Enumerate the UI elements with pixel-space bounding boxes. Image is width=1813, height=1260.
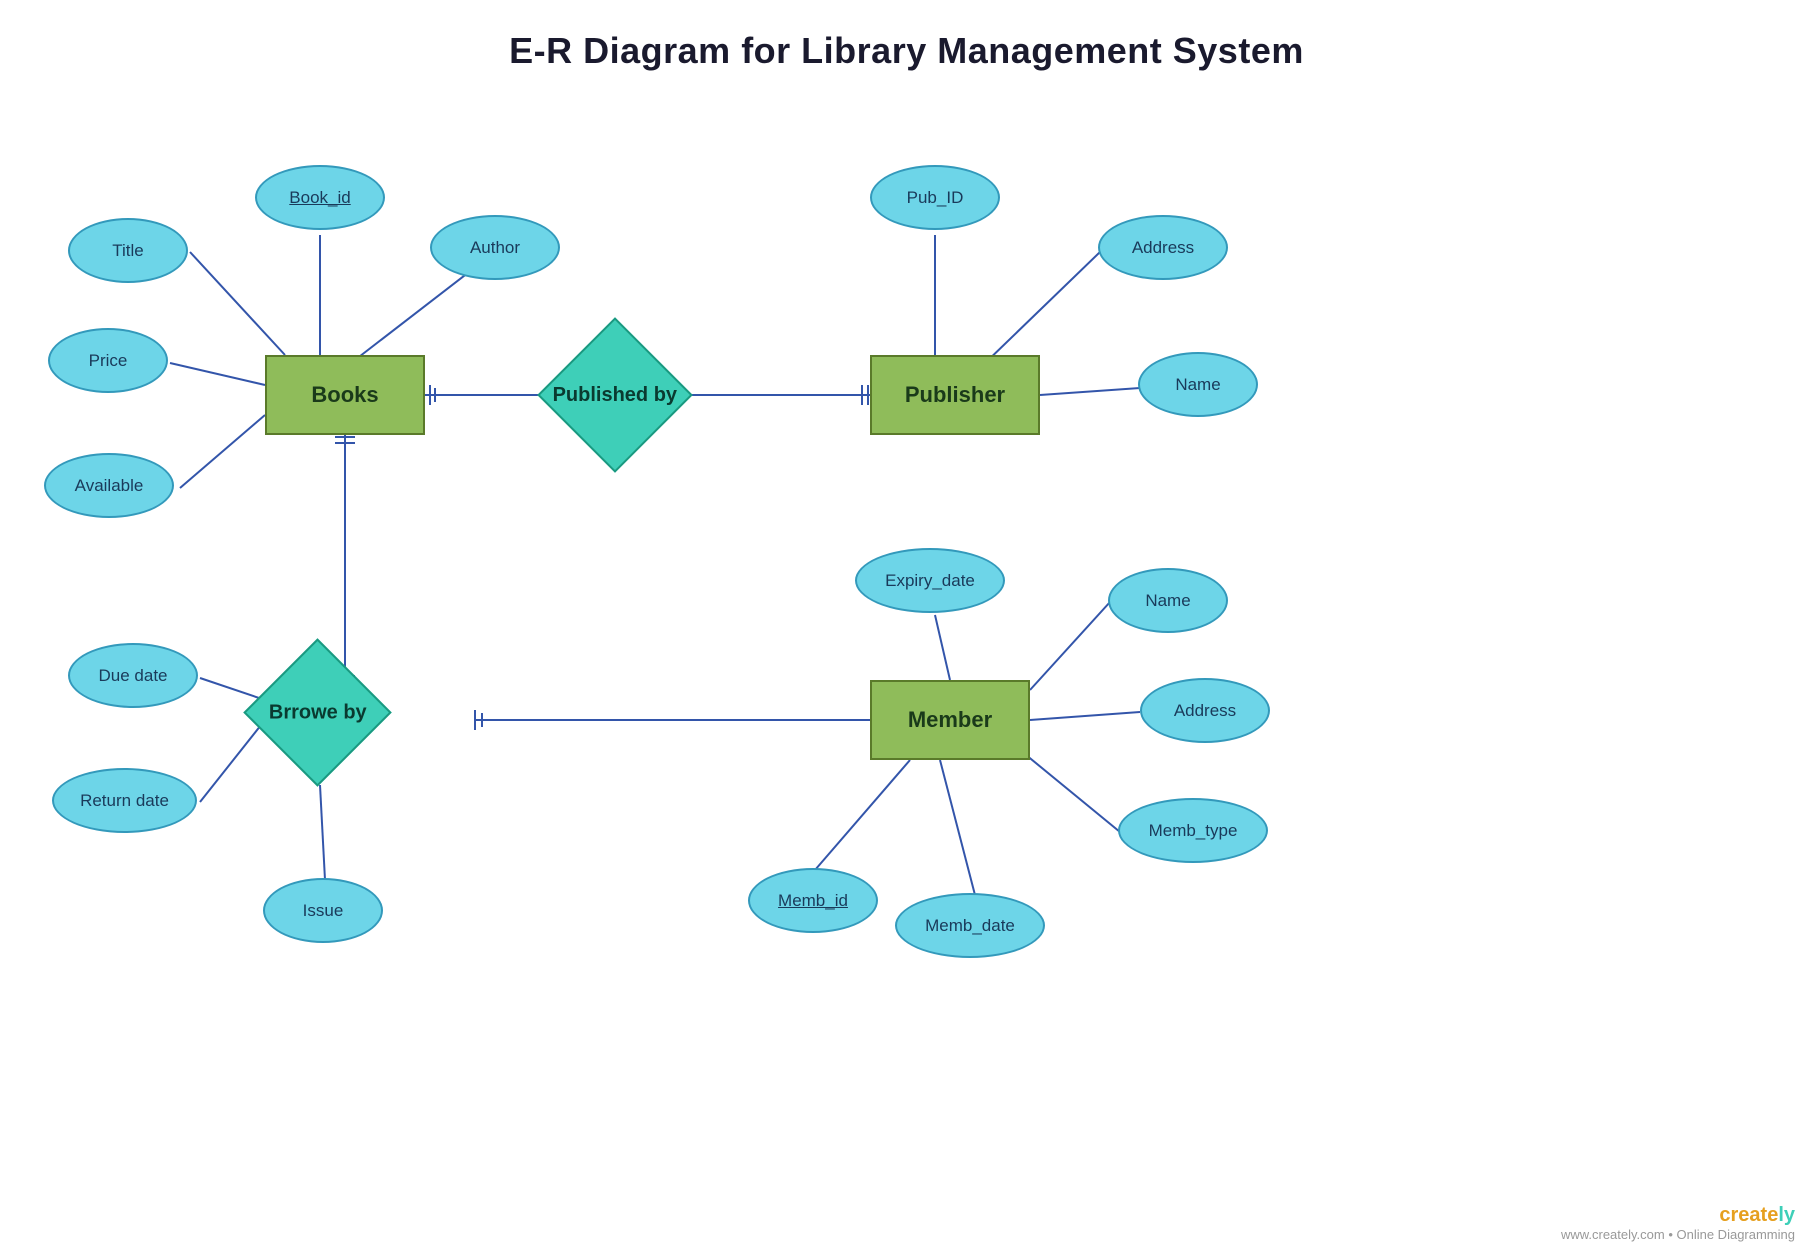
attr-memb-type: Memb_type [1118, 798, 1268, 863]
diagram-container: E-R Diagram for Library Management Syste… [0, 0, 1813, 1260]
attr-expiry-date: Expiry_date [855, 548, 1005, 613]
attr-memb-date: Memb_date [895, 893, 1045, 958]
attr-memb-id: Memb_id [748, 868, 878, 933]
attr-name-pub: Name [1138, 352, 1258, 417]
attr-book-id: Book_id [255, 165, 385, 230]
brand-name-2: ly [1778, 1204, 1795, 1226]
relation-published-by: Published by [537, 317, 693, 473]
entity-books: Books [265, 355, 425, 435]
watermark-url: www.creately.com • Online Diagramming [1561, 1227, 1795, 1242]
attr-address-pub: Address [1098, 215, 1228, 280]
entity-member: Member [870, 680, 1030, 760]
watermark: creately www.creately.com • Online Diagr… [1561, 1204, 1795, 1242]
page-title: E-R Diagram for Library Management Syste… [0, 0, 1813, 72]
attr-return-date: Return date [52, 768, 197, 833]
brand-name-1: create [1719, 1204, 1778, 1226]
attr-title: Title [68, 218, 188, 283]
attr-available: Available [44, 453, 174, 518]
attr-price: Price [48, 328, 168, 393]
attr-due-date: Due date [68, 643, 198, 708]
attr-author: Author [430, 215, 560, 280]
relation-brrowe-by: Brrowe by [243, 638, 391, 786]
entity-publisher: Publisher [870, 355, 1040, 435]
attr-name-mem: Name [1108, 568, 1228, 633]
attr-issue: Issue [263, 878, 383, 943]
attr-pub-id: Pub_ID [870, 165, 1000, 230]
attr-address-mem: Address [1140, 678, 1270, 743]
